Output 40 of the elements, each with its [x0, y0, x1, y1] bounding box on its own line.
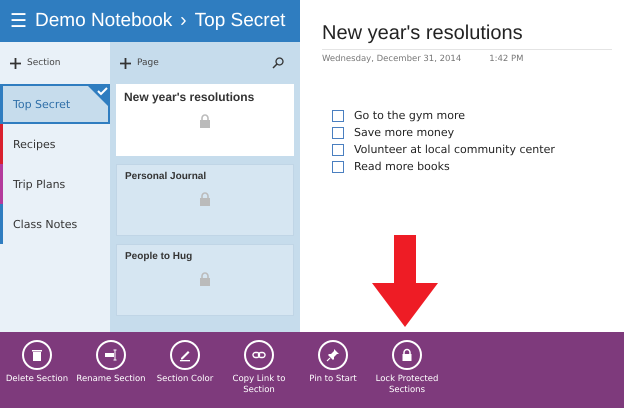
rename-icon	[104, 348, 118, 362]
page-title: New year's resolutions	[124, 90, 254, 104]
todo-text: Save more money	[354, 126, 454, 139]
page-card[interactable]: People to Hug	[116, 244, 294, 316]
arrow-icon	[372, 235, 438, 327]
pin-icon	[326, 348, 340, 362]
trash-icon	[30, 348, 44, 362]
lock-icon	[400, 348, 414, 362]
todo-text: Read more books	[354, 160, 450, 173]
checkbox[interactable]	[332, 160, 344, 172]
menu-icon[interactable]: ☰	[10, 9, 27, 33]
app-bar-button[interactable]: Pin to Start	[296, 340, 370, 408]
app-bar-button[interactable]: Rename Section	[74, 340, 148, 408]
check-icon	[86, 84, 110, 108]
page-card[interactable]: New year's resolutions	[116, 84, 294, 156]
search-icon[interactable]	[272, 57, 284, 69]
todo-text: Go to the gym more	[354, 109, 466, 122]
app-bar-button[interactable]: Delete Section	[0, 340, 74, 408]
plus-icon[interactable]	[10, 58, 21, 68]
app-bar-button[interactable]: Copy Link to Section	[222, 340, 296, 408]
checkbox[interactable]	[332, 110, 344, 122]
add-page-label[interactable]: Page	[137, 58, 159, 68]
note-time: 1:42 PM	[489, 54, 524, 64]
app-bar-button[interactable]: Section Color	[148, 340, 222, 408]
note-title: New year's resolutions	[322, 22, 612, 50]
breadcrumb-section[interactable]: Top Secret	[194, 10, 286, 32]
section-tab[interactable]: Top Secret	[0, 84, 110, 124]
breadcrumb-separator: ›	[180, 10, 187, 32]
plus-icon[interactable]	[120, 58, 131, 68]
pen-icon	[178, 348, 192, 362]
page-card[interactable]: Personal Journal	[116, 164, 294, 236]
checkbox[interactable]	[332, 126, 344, 138]
page-title: People to Hug	[125, 251, 192, 262]
add-section-label[interactable]: Section	[27, 58, 60, 68]
page-title: Personal Journal	[125, 171, 206, 182]
note-date: Wednesday, December 31, 2014	[322, 54, 462, 64]
breadcrumb-notebook[interactable]: Demo Notebook	[35, 10, 172, 32]
todo-text: Volunteer at local community center	[354, 143, 555, 156]
app-bar-button[interactable]: Lock Protected Sections	[370, 340, 444, 408]
checkbox[interactable]	[332, 144, 344, 156]
